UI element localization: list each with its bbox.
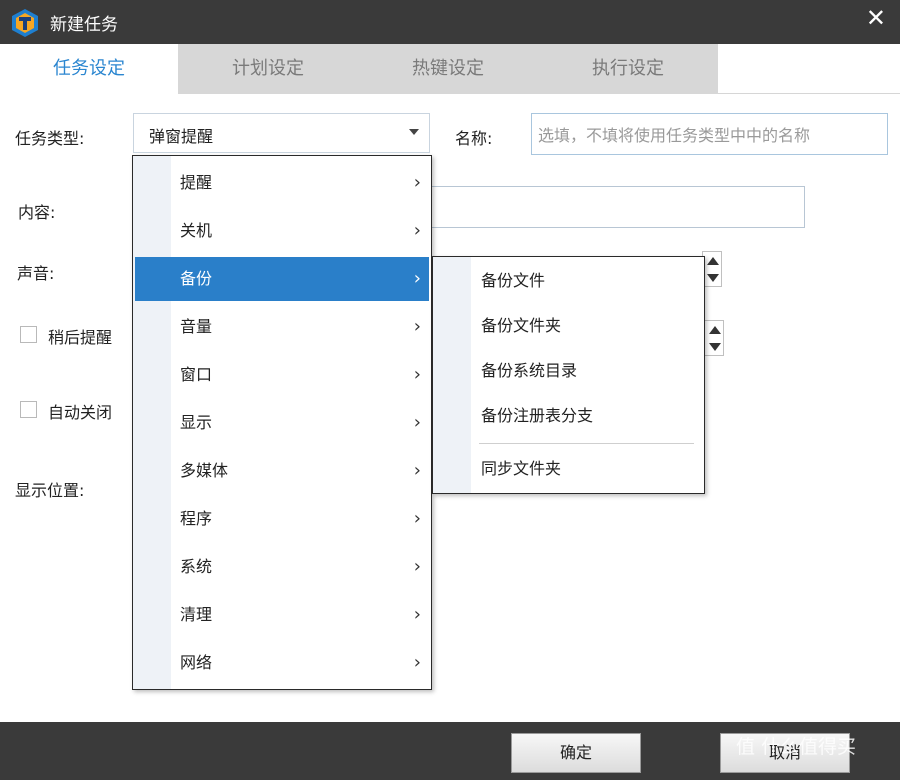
menu-item-multimedia[interactable]: 多媒体 › bbox=[135, 449, 429, 493]
task-type-value: 弹窗提醒 bbox=[149, 127, 214, 146]
name-label: 名称: bbox=[455, 129, 493, 148]
auto-close-checkbox[interactable] bbox=[20, 401, 37, 418]
spin-down-icon[interactable] bbox=[709, 343, 721, 351]
menu-item-network[interactable]: 网络 › bbox=[135, 641, 429, 685]
menu-item-backup[interactable]: 备份 › bbox=[135, 257, 429, 301]
submenu-item-backup-system-dir[interactable]: 备份系统目录 bbox=[435, 351, 702, 391]
chevron-down-icon bbox=[409, 129, 419, 135]
menu-item-label: 网络 bbox=[180, 653, 213, 672]
menu-item-label: 清理 bbox=[180, 605, 213, 624]
submenu-item-backup-registry[interactable]: 备份注册表分支 bbox=[435, 396, 702, 436]
menu-item-label: 多媒体 bbox=[180, 461, 229, 480]
backup-submenu: 备份文件 备份文件夹 备份系统目录 备份注册表分支 同步文件夹 bbox=[432, 256, 705, 494]
chevron-right-icon: › bbox=[413, 220, 421, 241]
tab-schedule-settings[interactable]: 计划设定 bbox=[178, 44, 358, 94]
menu-item-label: 备份 bbox=[180, 269, 213, 288]
spin-up-icon[interactable] bbox=[707, 257, 719, 265]
spin-up-icon[interactable] bbox=[709, 326, 721, 334]
chevron-right-icon: › bbox=[413, 172, 421, 193]
close-icon[interactable]: ✕ bbox=[866, 4, 886, 32]
sound-spinner[interactable] bbox=[702, 251, 722, 287]
new-task-dialog: 新建任务 ✕ 任务设定 计划设定 热键设定 执行设定 任务类型: 弹窗提醒 名称… bbox=[0, 0, 900, 780]
menu-item-program[interactable]: 程序 › bbox=[135, 497, 429, 541]
menu-item-cleanup[interactable]: 清理 › bbox=[135, 593, 429, 637]
task-type-menu: 提醒 › 关机 › 备份 › 音量 › 窗口 › 显示 › 多媒体 › 程序 › bbox=[132, 155, 432, 690]
remind-later-checkbox[interactable] bbox=[20, 326, 37, 343]
tab-hotkey-settings[interactable]: 热键设定 bbox=[358, 44, 538, 94]
menu-item-label: 音量 bbox=[180, 317, 213, 336]
window-title: 新建任务 bbox=[50, 15, 118, 35]
tab-bar: 任务设定 计划设定 热键设定 执行设定 bbox=[0, 44, 900, 94]
submenu-item-label: 备份文件 bbox=[481, 271, 546, 290]
display-position-label: 显示位置: bbox=[15, 481, 85, 500]
chevron-right-icon: › bbox=[413, 268, 421, 289]
chevron-right-icon: › bbox=[413, 412, 421, 433]
submenu-item-sync-folder[interactable]: 同步文件夹 bbox=[435, 449, 702, 489]
menu-item-label: 提醒 bbox=[180, 173, 213, 192]
menu-item-shutdown[interactable]: 关机 › bbox=[135, 209, 429, 253]
menu-item-label: 系统 bbox=[180, 557, 213, 576]
content-label: 内容: bbox=[18, 203, 56, 222]
menu-item-window[interactable]: 窗口 › bbox=[135, 353, 429, 397]
menu-separator bbox=[479, 443, 694, 444]
name-input[interactable]: 选填，不填将使用任务类型中中的名称 bbox=[531, 113, 888, 155]
title-bar: 新建任务 ✕ bbox=[0, 0, 900, 44]
ok-button[interactable]: 确定 bbox=[511, 733, 641, 773]
submenu-item-label: 备份文件夹 bbox=[481, 316, 562, 335]
task-type-label: 任务类型: bbox=[15, 129, 85, 148]
task-type-select[interactable]: 弹窗提醒 bbox=[133, 113, 430, 153]
menu-item-label: 窗口 bbox=[180, 365, 213, 384]
dialog-footer: 确定 取消 值 什么值得买 bbox=[0, 722, 900, 780]
submenu-item-backup-file[interactable]: 备份文件 bbox=[435, 261, 702, 301]
submenu-item-backup-folder[interactable]: 备份文件夹 bbox=[435, 306, 702, 346]
chevron-right-icon: › bbox=[413, 460, 421, 481]
watermark: 值 什么值得买 bbox=[736, 736, 857, 758]
tab-task-settings[interactable]: 任务设定 bbox=[0, 44, 178, 94]
menu-item-remind[interactable]: 提醒 › bbox=[135, 161, 429, 205]
remind-later-spinner[interactable] bbox=[704, 320, 724, 356]
content-input[interactable] bbox=[430, 186, 805, 228]
chevron-right-icon: › bbox=[413, 316, 421, 337]
menu-item-label: 显示 bbox=[180, 413, 213, 432]
submenu-item-label: 备份系统目录 bbox=[481, 361, 578, 380]
tab-execution-settings[interactable]: 执行设定 bbox=[538, 44, 718, 94]
chevron-right-icon: › bbox=[413, 556, 421, 577]
menu-item-volume[interactable]: 音量 › bbox=[135, 305, 429, 349]
sound-label: 声音: bbox=[17, 264, 55, 283]
submenu-item-label: 同步文件夹 bbox=[481, 459, 562, 478]
chevron-right-icon: › bbox=[413, 508, 421, 529]
chevron-right-icon: › bbox=[413, 652, 421, 673]
spin-down-icon[interactable] bbox=[707, 274, 719, 282]
auto-close-label: 自动关闭 bbox=[48, 403, 113, 422]
menu-item-label: 程序 bbox=[180, 509, 213, 528]
menu-item-label: 关机 bbox=[180, 221, 213, 240]
chevron-right-icon: › bbox=[413, 364, 421, 385]
menu-item-display[interactable]: 显示 › bbox=[135, 401, 429, 445]
menu-item-system[interactable]: 系统 › bbox=[135, 545, 429, 589]
chevron-right-icon: › bbox=[413, 604, 421, 625]
submenu-item-label: 备份注册表分支 bbox=[481, 406, 594, 425]
remind-later-label: 稍后提醒 bbox=[48, 328, 113, 347]
app-logo-icon bbox=[12, 9, 38, 37]
